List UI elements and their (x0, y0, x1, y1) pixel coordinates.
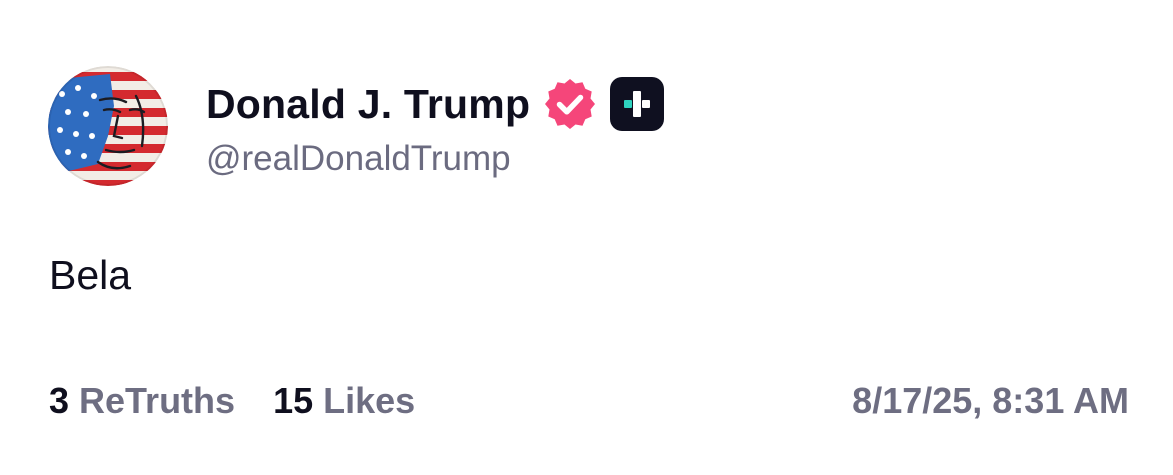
author-identity: Donald J. Trump @realDonaldTrump (206, 73, 665, 179)
post-header: Donald J. Trump @realDonaldTrump (48, 66, 665, 186)
retruths-label: ReTruths (79, 380, 236, 421)
author-handle[interactable]: @realDonaldTrump (206, 139, 664, 179)
retruths-count: 3 (49, 380, 70, 421)
truth-plus-badge-icon (610, 77, 665, 131)
truth-post: Donald J. Trump @realDonaldTrump Bela 3 … (0, 0, 1173, 475)
verified-badge-icon (542, 76, 598, 132)
retruths-stat[interactable]: 3 ReTruths (49, 380, 235, 422)
flag-portrait-avatar-icon (48, 66, 168, 186)
likes-stat[interactable]: 15 Likes (273, 380, 415, 422)
avatar[interactable] (48, 66, 168, 186)
likes-count: 15 (273, 380, 314, 421)
post-text: Bela (49, 252, 132, 298)
name-row: Donald J. Trump (206, 73, 665, 135)
post-stats: 3 ReTruths 15 Likes (49, 380, 415, 422)
likes-label: Likes (323, 380, 416, 421)
post-timestamp: 8/17/25, 8:31 AM (852, 380, 1129, 421)
display-name[interactable]: Donald J. Trump (206, 81, 530, 128)
